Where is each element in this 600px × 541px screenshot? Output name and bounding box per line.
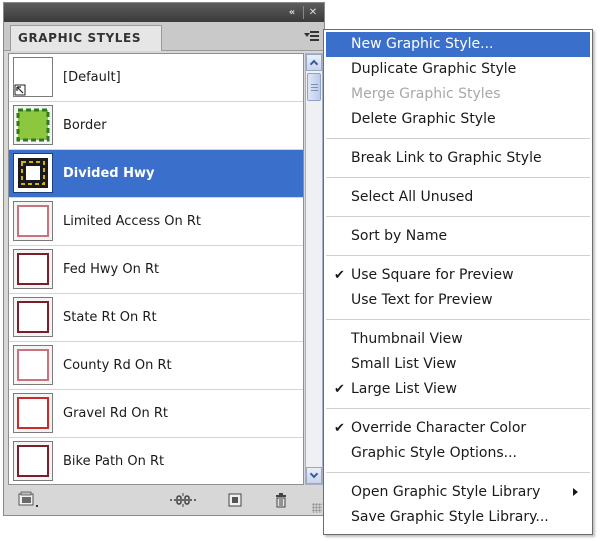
menu-item-duplicate-graphic-style[interactable]: Duplicate Graphic Style bbox=[326, 57, 590, 82]
new-graphic-style-icon[interactable] bbox=[226, 491, 244, 507]
menu-separator bbox=[326, 177, 590, 178]
menu-item-label: Break Link to Graphic Style bbox=[351, 150, 542, 166]
menu-item-label: Use Text for Preview bbox=[351, 292, 493, 308]
menu-item-use-text-for-preview[interactable]: Use Text for Preview bbox=[326, 288, 590, 313]
menu-item-merge-graphic-styles: Merge Graphic Styles bbox=[326, 82, 590, 107]
titlebar-divider bbox=[303, 6, 304, 19]
style-row-limited-access-on-rt[interactable]: Limited Access On Rt bbox=[9, 198, 303, 246]
style-row-state-rt-on-rt[interactable]: State Rt On Rt bbox=[9, 294, 303, 342]
panel-titlebar: « ✕ bbox=[4, 3, 324, 22]
menu-item-override-character-color[interactable]: ✔ Override Character Color bbox=[326, 416, 590, 441]
chevron-up-icon bbox=[309, 59, 319, 69]
panel-bottom-toolbar bbox=[4, 487, 324, 515]
style-label: State Rt On Rt bbox=[63, 310, 157, 325]
style-row-bike-path-on-rt[interactable]: Bike Path On Rt bbox=[9, 438, 303, 484]
menu-item-label: Duplicate Graphic Style bbox=[351, 61, 517, 77]
style-row-default[interactable]: [Default] bbox=[9, 54, 303, 102]
style-thumbnail bbox=[13, 393, 53, 433]
style-row-border[interactable]: Border bbox=[9, 102, 303, 150]
style-thumbnail bbox=[13, 345, 53, 385]
menu-separator bbox=[326, 138, 590, 139]
checkmark-icon: ✔ bbox=[334, 421, 345, 436]
menu-item-label: Thumbnail View bbox=[351, 331, 463, 347]
menu-item-thumbnail-view[interactable]: Thumbnail View bbox=[326, 327, 590, 352]
style-row-divided-hwy[interactable]: Divided Hwy bbox=[9, 150, 303, 198]
menu-separator bbox=[326, 319, 590, 320]
menu-item-delete-graphic-style[interactable]: Delete Graphic Style bbox=[326, 107, 590, 132]
scroll-up-button[interactable] bbox=[306, 54, 322, 71]
menu-item-break-link-to-graphic-style[interactable]: Break Link to Graphic Style bbox=[326, 146, 590, 171]
scroll-thumb[interactable] bbox=[307, 73, 321, 101]
panel-menu-icon[interactable] bbox=[304, 30, 320, 42]
panel-tab-row: GRAPHIC STYLES bbox=[4, 22, 324, 51]
style-row-county-rd-on-rt[interactable]: County Rd On Rt bbox=[9, 342, 303, 390]
chevron-down-icon bbox=[309, 469, 319, 479]
close-panel-icon[interactable]: ✕ bbox=[305, 6, 321, 19]
style-label: Border bbox=[63, 118, 107, 133]
menu-item-open-graphic-style-library[interactable]: Open Graphic Style Library bbox=[326, 480, 590, 505]
scroll-down-button[interactable] bbox=[306, 467, 322, 484]
menu-item-label: Sort by Name bbox=[351, 228, 448, 244]
break-link-icon[interactable] bbox=[168, 491, 198, 507]
menu-item-save-graphic-style-library[interactable]: Save Graphic Style Library... bbox=[326, 505, 590, 530]
style-label: Fed Hwy On Rt bbox=[63, 262, 160, 277]
menu-item-label: Large List View bbox=[351, 381, 457, 397]
style-thumbnail bbox=[13, 297, 53, 337]
graphic-styles-panel: « ✕ GRAPHIC STYLES [Default] Border Divid… bbox=[3, 2, 325, 516]
style-thumbnail bbox=[13, 441, 53, 481]
menu-separator bbox=[326, 472, 590, 473]
menu-item-label: Override Character Color bbox=[351, 420, 527, 436]
checkmark-icon: ✔ bbox=[334, 268, 345, 283]
vertical-scrollbar[interactable] bbox=[305, 53, 323, 485]
menu-item-new-graphic-style[interactable]: New Graphic Style... bbox=[326, 32, 590, 57]
menu-item-use-square-for-preview[interactable]: ✔ Use Square for Preview bbox=[326, 263, 590, 288]
style-label: County Rd On Rt bbox=[63, 358, 172, 373]
style-row-gravel-rd-on-rt[interactable]: Gravel Rd On Rt bbox=[9, 390, 303, 438]
menu-separator bbox=[326, 408, 590, 409]
style-label: Divided Hwy bbox=[63, 166, 155, 181]
style-thumbnail bbox=[13, 105, 53, 145]
style-thumbnail bbox=[13, 153, 53, 193]
menu-item-select-all-unused[interactable]: Select All Unused bbox=[326, 185, 590, 210]
style-thumbnail bbox=[13, 201, 53, 241]
submenu-arrow-icon bbox=[573, 488, 578, 496]
style-label: Bike Path On Rt bbox=[63, 454, 165, 469]
style-thumbnail bbox=[13, 57, 53, 97]
menu-item-label: New Graphic Style... bbox=[351, 36, 494, 52]
menu-item-label: Use Square for Preview bbox=[351, 267, 514, 283]
menu-item-large-list-view[interactable]: ✔ Large List View bbox=[326, 377, 590, 402]
checkmark-icon: ✔ bbox=[334, 382, 345, 397]
menu-separator bbox=[326, 216, 590, 217]
menu-separator bbox=[326, 255, 590, 256]
menu-item-label: Merge Graphic Styles bbox=[351, 86, 501, 102]
menu-item-sort-by-name[interactable]: Sort by Name bbox=[326, 224, 590, 249]
menu-item-label: Graphic Style Options... bbox=[351, 445, 517, 461]
graphic-styles-list: [Default] Border Divided Hwy Limited Acces… bbox=[8, 53, 304, 485]
menu-item-label: Delete Graphic Style bbox=[351, 111, 496, 127]
menu-item-label: Select All Unused bbox=[351, 189, 474, 205]
tab-graphic-styles[interactable]: GRAPHIC STYLES bbox=[10, 25, 162, 51]
menu-item-graphic-style-options[interactable]: Graphic Style Options... bbox=[326, 441, 590, 466]
menu-item-label: Open Graphic Style Library bbox=[351, 484, 541, 500]
menu-item-label: Small List View bbox=[351, 356, 457, 372]
menu-item-label: Save Graphic Style Library... bbox=[351, 509, 549, 525]
graphic-style-libraries-icon[interactable] bbox=[18, 491, 44, 507]
style-thumbnail bbox=[13, 249, 53, 289]
delete-icon[interactable] bbox=[272, 491, 290, 508]
style-row-fed-hwy-on-rt[interactable]: Fed Hwy On Rt bbox=[9, 246, 303, 294]
panel-flyout-menu: New Graphic Style... Duplicate Graphic St… bbox=[323, 29, 593, 535]
style-label: Gravel Rd On Rt bbox=[63, 406, 168, 421]
resize-grip[interactable] bbox=[312, 503, 322, 513]
style-label: Limited Access On Rt bbox=[63, 214, 201, 229]
collapse-panel-icon[interactable]: « bbox=[284, 6, 300, 19]
menu-item-small-list-view[interactable]: Small List View bbox=[326, 352, 590, 377]
style-label: [Default] bbox=[63, 70, 121, 85]
